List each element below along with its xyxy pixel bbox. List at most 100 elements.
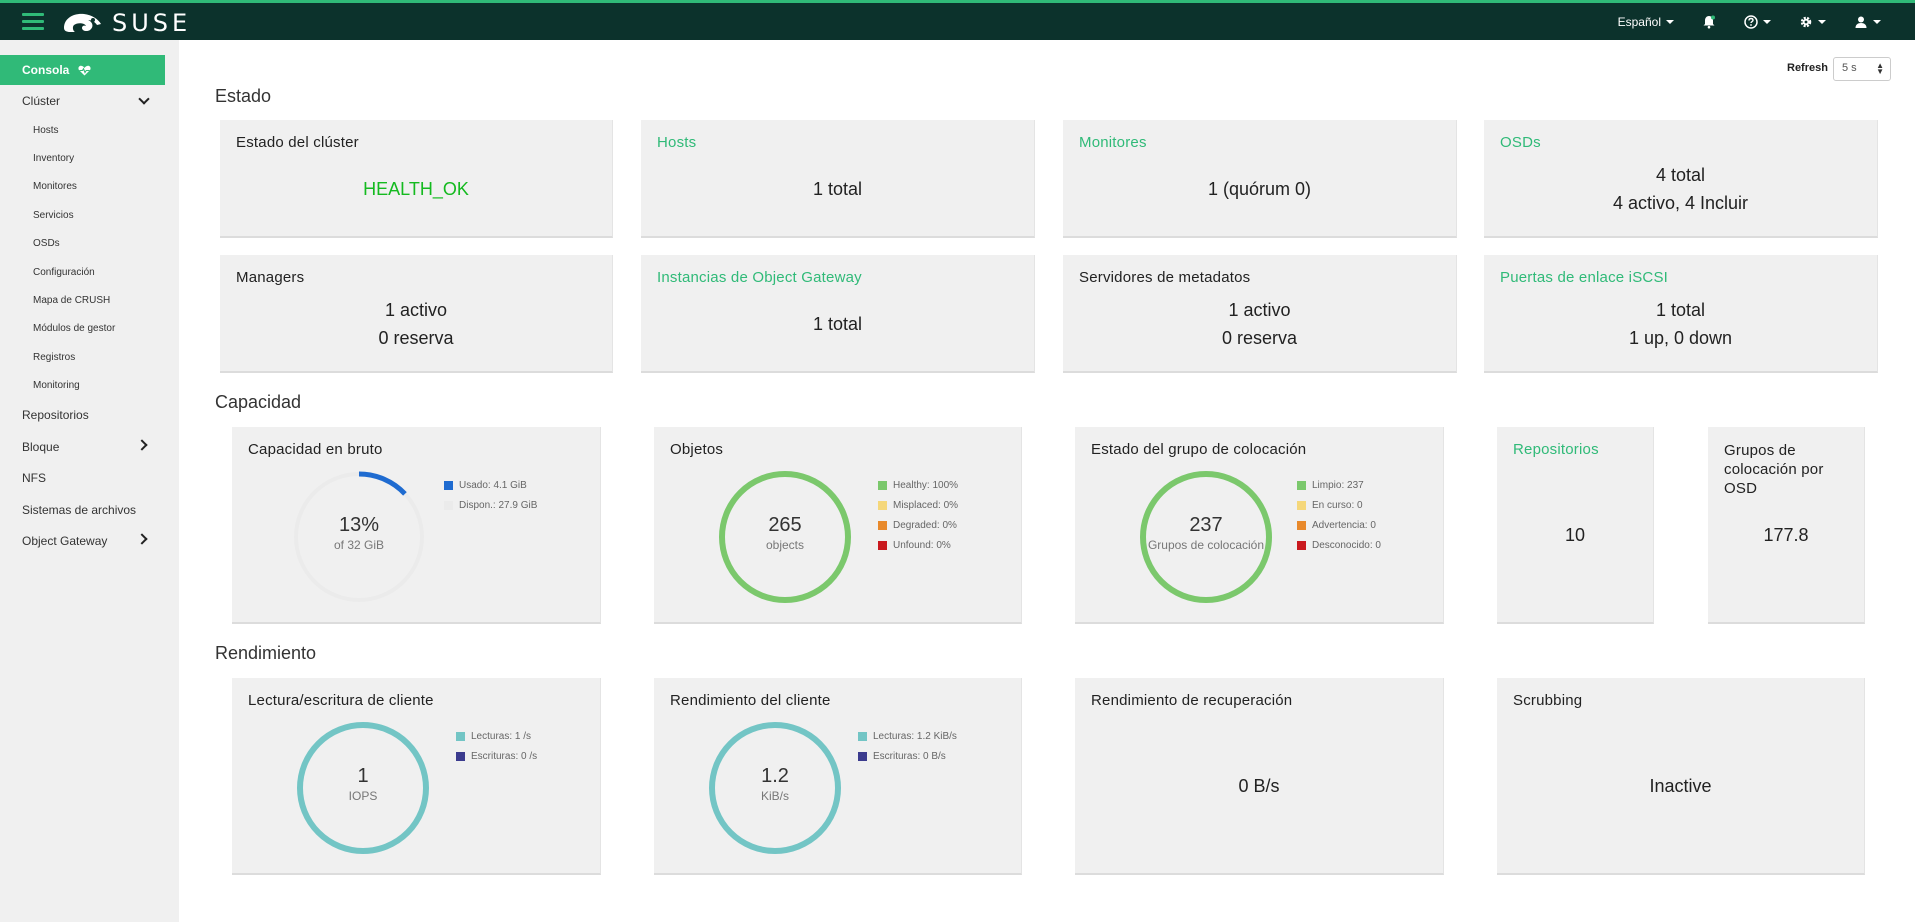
settings-dropdown[interactable] <box>1785 3 1840 40</box>
managers-standby: 0 reserva <box>378 328 454 348</box>
heartbeat-icon <box>78 65 91 75</box>
card-scrubbing: Scrubbing Inactive <box>1497 678 1865 875</box>
legend-item: Escrituras: 0 B/s <box>858 746 957 766</box>
card-managers: Managers 1 activo 0 reserva <box>220 255 613 373</box>
client-throughput-value: 1.2 <box>761 765 789 787</box>
hamburger-icon[interactable] <box>22 13 44 31</box>
help-dropdown[interactable] <box>1730 3 1785 40</box>
iscsi-link[interactable]: Puertas de enlace iSCSI <box>1500 269 1668 286</box>
legend-swatch <box>456 731 465 741</box>
legend-swatch <box>878 540 887 550</box>
card-client-throughput: Rendimiento del cliente 1.2 KiB/s Lectur… <box>654 678 1022 875</box>
refresh-value: 5 s <box>1842 62 1857 74</box>
brand-name: SUSE <box>112 9 192 37</box>
chevron-down-icon <box>1763 19 1771 24</box>
pools-count: 10 <box>1564 525 1586 545</box>
sidebar-item-pools[interactable]: Repositorios <box>22 408 89 422</box>
refresh-interval-select[interactable]: 5 s ▲ ▼ <box>1833 57 1891 81</box>
legend-label: Lecturas: 1 /s <box>471 730 532 742</box>
sidebar-item-monitors[interactable]: Monitores <box>33 181 77 192</box>
chevron-right-icon[interactable] <box>136 439 148 451</box>
client-rw-legend: Lecturas: 1 /s Escrituras: 0 /s <box>456 726 537 766</box>
monitors-link[interactable]: Monitores <box>1079 134 1147 151</box>
legend-label: Escrituras: 0 B/s <box>873 750 946 762</box>
sidebar-item-label: Clúster <box>22 94 61 108</box>
legend-label: Advertencia: 0 <box>1312 519 1376 531</box>
sidebar-item-label: Bloque <box>22 440 60 454</box>
pg-count: 237 <box>1189 514 1223 536</box>
monitors-value: 1 (quórum 0) <box>1207 179 1312 199</box>
sidebar-item-block[interactable]: Bloque <box>22 440 59 454</box>
sidebar-item-crush-map[interactable]: Mapa de CRUSH <box>33 295 110 306</box>
card-metadata-servers: Servidores de metadatos 1 activo 0 reser… <box>1063 255 1457 373</box>
legend-item: Degraded: 0% <box>878 515 958 535</box>
sidebar-item-services[interactable]: Servicios <box>33 210 74 221</box>
sidebar-item-logs[interactable]: Registros <box>33 352 75 363</box>
card-title: Lectura/escritura de cliente <box>248 692 434 709</box>
notifications-button[interactable] <box>1688 3 1730 40</box>
chevron-right-icon[interactable] <box>136 533 148 545</box>
legend-item: Unfound: 0% <box>878 535 958 555</box>
sort-arrows-icon: ▲ ▼ <box>1876 61 1884 76</box>
client-rw-donut: 1 IOPS <box>296 721 430 855</box>
legend-swatch <box>1297 500 1306 510</box>
recovery-value: 0 B/s <box>1238 776 1280 796</box>
legend-item: Lecturas: 1 /s <box>456 726 537 746</box>
card-hosts: Hosts 1 total <box>641 120 1035 238</box>
card-recovery-throughput: Rendimiento de recuperación 0 B/s <box>1075 678 1444 875</box>
sidebar: Consola Clúster Hosts Inventory Monitore… <box>0 40 179 922</box>
donut-ring <box>709 722 841 854</box>
legend-label: Lecturas: 1.2 KiB/s <box>873 730 957 742</box>
sidebar-item-dashboard[interactable]: Consola <box>0 55 165 85</box>
sidebar-item-cluster[interactable]: Clúster <box>22 94 60 108</box>
hosts-value: 1 total <box>812 179 863 199</box>
sidebar-item-configuration[interactable]: Configuración <box>33 267 95 278</box>
capacity-donut: 13% of 32 GiB <box>292 470 426 604</box>
card-title: Managers <box>236 269 305 286</box>
pg-unit: Grupos de colocación <box>1147 538 1265 552</box>
chevron-down-icon <box>1873 19 1881 24</box>
objects-legend: Healthy: 100% Misplaced: 0% Degraded: 0%… <box>878 475 958 555</box>
card-title: Servidores de metadatos <box>1079 269 1251 286</box>
sidebar-item-filesystems[interactable]: Sistemas de archivos <box>22 503 136 517</box>
bell-icon <box>1703 15 1715 28</box>
sidebar-item-object-gateway[interactable]: Object Gateway <box>22 534 107 548</box>
client-iops-value: 1 <box>357 765 369 787</box>
chameleon-icon <box>64 13 101 32</box>
language-label: Español <box>1617 14 1661 29</box>
legend-swatch <box>1297 540 1306 550</box>
card-pools: Repositorios 10 <box>1497 427 1654 624</box>
sidebar-item-monitoring[interactable]: Monitoring <box>33 380 80 391</box>
card-title: Objetos <box>670 441 724 458</box>
legend-label: Healthy: 100% <box>893 479 959 491</box>
sidebar-item-inventory[interactable]: Inventory <box>33 153 74 164</box>
hosts-link[interactable]: Hosts <box>657 134 696 151</box>
sidebar-item-manager-modules[interactable]: Módulos de gestor <box>33 323 115 334</box>
donut-ring <box>297 722 429 854</box>
language-dropdown[interactable]: Español <box>1604 3 1688 40</box>
pools-link[interactable]: Repositorios <box>1513 441 1599 458</box>
legend-swatch <box>456 751 465 761</box>
sidebar-item-nfs[interactable]: NFS <box>22 471 46 485</box>
card-cluster-health: Estado del clúster HEALTH_OK <box>220 120 613 238</box>
card-title: Rendimiento del cliente <box>670 692 831 709</box>
sidebar-item-hosts[interactable]: Hosts <box>33 125 59 136</box>
legend-item: En curso: 0 <box>1297 495 1381 515</box>
section-title-performance: Rendimiento <box>215 643 317 663</box>
card-title: Estado del grupo de colocación <box>1091 441 1307 458</box>
health-status: HEALTH_OK <box>363 179 469 199</box>
sidebar-item-osds[interactable]: OSDs <box>33 238 60 249</box>
objects-donut: 265 objects <box>718 470 852 604</box>
client-throughput-legend: Lecturas: 1.2 KiB/s Escrituras: 0 B/s <box>858 726 957 766</box>
chevron-down-icon[interactable] <box>138 93 150 105</box>
legend-swatch <box>1297 480 1306 490</box>
card-raw-capacity: Capacidad en bruto 13% of 32 GiB Usado: … <box>232 427 601 624</box>
user-dropdown[interactable] <box>1840 3 1895 40</box>
user-icon <box>1855 16 1867 28</box>
objects-unit: objects <box>765 538 805 552</box>
osds-link[interactable]: OSDs <box>1500 134 1541 151</box>
brand-logo[interactable]: SUSE <box>60 9 191 37</box>
legend-item: Escrituras: 0 /s <box>456 746 537 766</box>
object-gateway-link[interactable]: Instancias de Object Gateway <box>657 269 862 286</box>
card-objects: Objetos 265 objects Healthy: 100% Mispla… <box>654 427 1022 624</box>
